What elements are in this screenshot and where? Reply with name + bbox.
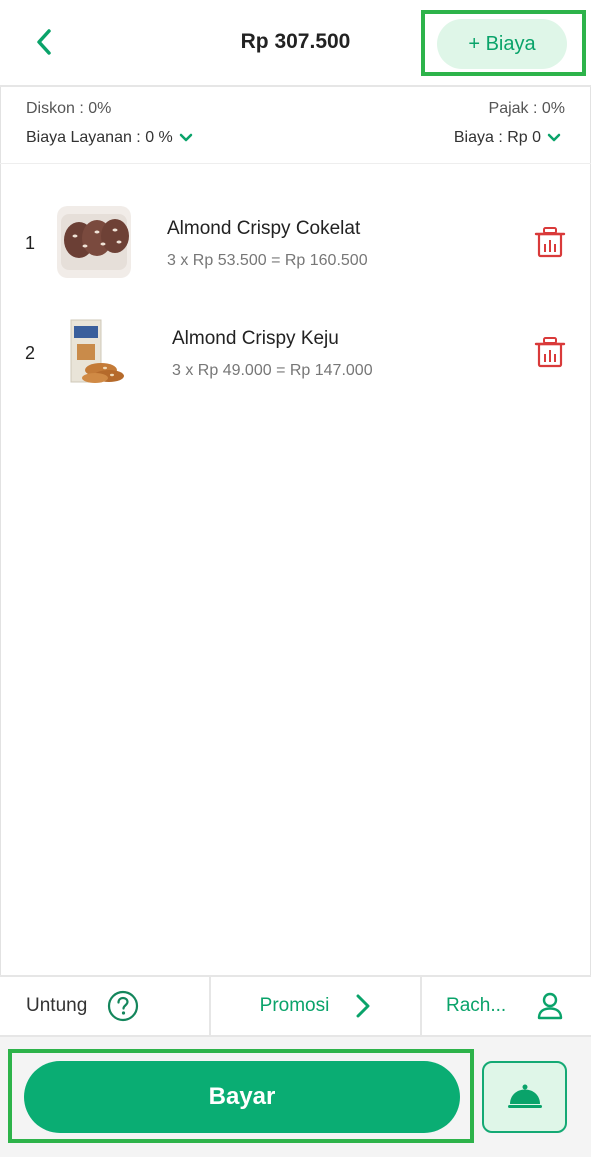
chevron-right-icon [356,994,370,1018]
charge-settings: Diskon : 0% Pajak : 0% Biaya Layanan : 0… [0,88,591,164]
food-cloche-icon [507,1084,542,1108]
chocolate-crisps-image [57,206,131,278]
help-icon[interactable] [107,990,139,1022]
cart-item[interactable]: 1 Almond Crispy Cokelat 3 x Rp 53.500 = … [0,198,591,288]
trash-icon[interactable] [533,336,567,370]
promotion-tab[interactable]: Promosi [211,977,422,1035]
chevron-down-icon [179,133,193,142]
footer: Bayar [0,1037,591,1157]
item-price-line: 3 x Rp 49.000 = Rp 147.000 [172,362,373,379]
user-icon [538,992,563,1020]
item-number: 2 [25,343,36,363]
item-name: Almond Crispy Cokelat [167,218,361,239]
tax-label: Pajak : 0% [488,100,565,117]
cheese-crisps-image [57,316,131,388]
service-fee-label: Biaya Layanan : 0 % [26,129,173,146]
pay-button[interactable]: Bayar [24,1061,460,1133]
save-order-button[interactable] [482,1061,567,1133]
profit-label: Untung [26,995,88,1016]
trash-icon[interactable] [533,226,567,260]
item-price-line: 3 x Rp 53.500 = Rp 160.500 [167,252,368,269]
add-fee-highlight: + Biaya [421,10,586,76]
item-number: 1 [25,233,36,253]
item-name: Almond Crispy Keju [172,328,339,349]
bottom-action-bar: Untung Promosi Rach... [0,975,591,1037]
cart-item[interactable]: 2 Almond Crispy Keju 3 x Rp 49.000 = Rp … [0,308,591,398]
fee-dropdown[interactable]: Biaya : Rp 0 [454,129,561,147]
profit-tab[interactable]: Untung [0,977,211,1035]
pay-highlight: Bayar [8,1049,474,1143]
service-fee-dropdown[interactable]: Biaya Layanan : 0 % [26,129,193,147]
customer-label: Rach... [446,995,507,1016]
promotion-label: Promosi [259,995,330,1016]
chevron-down-icon [547,133,561,142]
discount-label: Diskon : 0% [26,100,112,117]
header: Rp 307.500 + Biaya [0,0,591,87]
add-fee-button[interactable]: + Biaya [437,19,567,69]
customer-tab[interactable]: Rach... [422,977,591,1035]
fee-label: Biaya : Rp 0 [453,129,541,146]
